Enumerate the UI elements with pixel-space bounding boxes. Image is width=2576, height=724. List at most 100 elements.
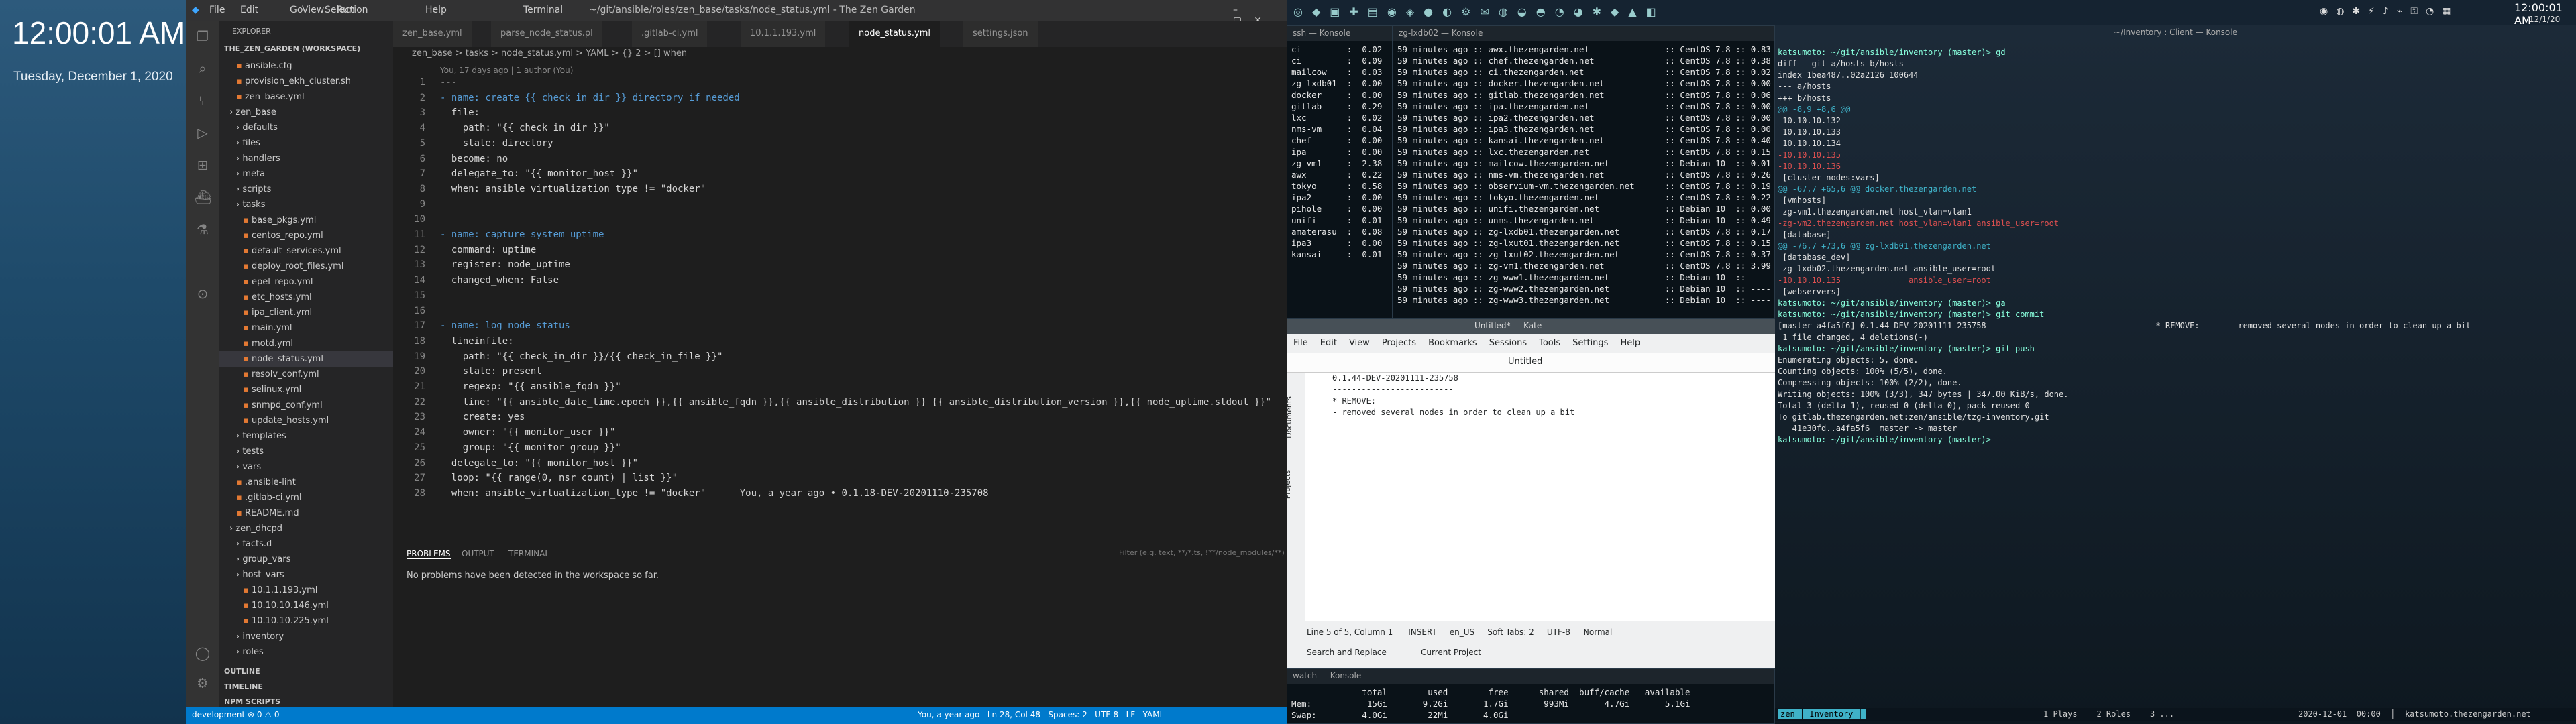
docker-icon[interactable]: ⛴ [195, 189, 211, 205]
tree-file[interactable]: ▪ centos_repo.yml [219, 228, 393, 243]
folder-chevron-icon: › [236, 200, 243, 210]
tray-icons[interactable]: ◉◍✱⚡♪⌁⚿◔▦ [2320, 6, 2459, 17]
tree-file[interactable]: ▪ motd.yml [219, 336, 393, 351]
terminal-line: 59 minutes ago :: zg-www3.thezengarden.n… [1397, 295, 1771, 305]
run-debug-icon[interactable]: ▷ [195, 125, 211, 141]
tree-file[interactable]: ▪ ansible.cfg [219, 58, 393, 74]
inventory-terminal[interactable]: ~/Inventory : Client — Konsole katsumoto… [1775, 25, 2576, 724]
tree-folder[interactable]: › zen_base [219, 105, 393, 120]
tree-file[interactable]: ▪ selinux.yml [219, 382, 393, 398]
tree-file[interactable]: ▪ 10.10.10.146.yml [219, 598, 393, 613]
source-control-icon[interactable]: ⑂ [195, 93, 211, 109]
tree-folder[interactable]: › scripts [219, 182, 393, 197]
menu-help[interactable]: Help [425, 5, 447, 15]
menu-terminal[interactable]: Terminal [523, 5, 563, 15]
editor-tab[interactable]: parse_node_status.pl [491, 21, 603, 47]
tree-file[interactable]: ▪ deploy_root_files.yml [219, 259, 393, 274]
tree-file[interactable]: ▪ default_services.yml [219, 243, 393, 259]
code-editor[interactable]: You, 17 days ago | 1 author (You) 1 --- 2 -… [393, 62, 1287, 531]
tree-file[interactable]: ▪ 10.1.1.193.yml [219, 583, 393, 598]
menu-view[interactable]: View [302, 5, 324, 15]
tmux-windows[interactable]: 1 Plays 2 Roles 3 ... [2043, 709, 2174, 719]
current-project-tab[interactable]: Current Project [1421, 648, 1481, 657]
tree-file[interactable]: ▪ provision_ekh_cluster.sh [219, 74, 393, 89]
tree-folder[interactable]: › files [219, 135, 393, 151]
search-replace-tab[interactable]: Search and Replace [1307, 648, 1387, 657]
panel-date: 12/1/20 [2529, 15, 2561, 24]
editor-status[interactable]: You, a year ago Ln 28, Col 48 Spaces: 2 … [918, 710, 1164, 719]
kate-doc-tab[interactable]: Untitled [1508, 357, 1542, 367]
tree-folder[interactable]: › vars [219, 459, 393, 475]
kate-menu-sessions[interactable]: Sessions [1489, 338, 1527, 348]
tree-file[interactable]: ▪ base_pkgs.yml [219, 213, 393, 228]
tree-folder[interactable]: › defaults [219, 120, 393, 135]
search-icon[interactable]: ⌕ [195, 60, 211, 76]
tree-folder[interactable]: › zen_dhcpd [219, 521, 393, 536]
taskbar-icons[interactable]: ◎◆▣✚▤◉◈●◐⚙✉◍◒◓◔◕✱◆▲◧ [1293, 5, 1666, 18]
tree-folder[interactable]: › host_vars [219, 567, 393, 583]
tree-folder[interactable]: › roles [219, 644, 393, 660]
kate-menu-file[interactable]: File [1293, 338, 1308, 348]
kate-menu-help[interactable]: Help [1620, 338, 1640, 348]
tree-file[interactable]: ▪ epel_repo.yml [219, 274, 393, 290]
kate-menu-settings[interactable]: Settings [1572, 338, 1608, 348]
tree-folder[interactable]: › group_vars [219, 552, 393, 567]
editor-tab[interactable]: zen_base.yml [393, 21, 472, 47]
tree-file[interactable]: ▪ 10.10.10.225.yml [219, 613, 393, 629]
tree-folder[interactable]: › facts.d [219, 536, 393, 552]
memory-terminal[interactable]: watch — Konsole total used free shared b… [1287, 668, 1775, 724]
tree-file[interactable]: ▪ resolv_conf.yml [219, 367, 393, 382]
tree-file[interactable]: ▪ ipa_client.yml [219, 305, 393, 320]
tree-file[interactable]: ▪ zen_base.yml [219, 89, 393, 105]
editor-tab[interactable]: settings.json [963, 21, 1038, 47]
tree-file[interactable]: ▪ snmpd_conf.yml [219, 398, 393, 413]
extensions-icon[interactable]: ⊞ [195, 157, 211, 173]
status-terminal[interactable]: zg-lxdb02 — Konsole 59 minutes ago :: aw… [1393, 25, 1775, 319]
kate-menu-bookmarks[interactable]: Bookmarks [1428, 338, 1477, 348]
tree-folder[interactable]: › tasks [219, 197, 393, 213]
tree-file[interactable]: ▪ .gitlab-ci.yml [219, 490, 393, 505]
tree-folder[interactable]: › inventory [219, 629, 393, 644]
tab-output[interactable]: OUTPUT [462, 549, 494, 558]
testing-icon[interactable]: ⚗ [195, 221, 211, 237]
kate-menu-projects[interactable]: Projects [1382, 338, 1416, 348]
tab-problems[interactable]: PROBLEMS [407, 549, 451, 559]
tree-file[interactable]: ▪ README.md [219, 505, 393, 521]
menu-edit[interactable]: Edit [240, 5, 258, 15]
settings-gear-icon[interactable]: ⚙ [195, 675, 211, 691]
terminal-line: katsumoto: ~/git/ansible/inventory (mast… [1778, 298, 2006, 308]
documents-tab[interactable]: Documents [1285, 396, 1293, 438]
menu-file[interactable]: File [209, 5, 225, 15]
kate-menu-edit[interactable]: Edit [1320, 338, 1337, 348]
tree-file[interactable]: ▪ .ansible-lint [219, 475, 393, 490]
tree-file[interactable]: ▪ update_hosts.yml [219, 413, 393, 428]
branch-status[interactable]: development ⊗ 0 ⚠ 0 [192, 710, 280, 719]
tree-folder[interactable]: › tests [219, 444, 393, 459]
kate-menu-tools[interactable]: Tools [1539, 338, 1560, 348]
workspace-title[interactable]: THE_ZEN_GARDEN (WORKSPACE) [224, 44, 360, 53]
projects-tab[interactable]: Projects [1283, 470, 1292, 499]
explorer-icon[interactable]: ❐ [195, 28, 211, 44]
editor-tab[interactable]: .gitlab-ci.yml [632, 21, 708, 47]
npm-scripts-section[interactable]: NPM SCRIPTS [224, 697, 280, 706]
load-terminal[interactable]: ssh — Konsole ci : 0.02 ci : 0.09 mailcow … [1287, 25, 1393, 319]
menu-run[interactable]: Run [337, 5, 355, 15]
account-icon[interactable]: ◯ [195, 645, 211, 661]
remote-icon[interactable]: ⊙ [195, 286, 211, 302]
outline-section[interactable]: OUTLINE [224, 667, 260, 676]
menu-go[interactable]: Go [290, 5, 303, 15]
tree-file[interactable]: ▪ main.yml [219, 320, 393, 336]
tab-terminal[interactable]: TERMINAL [508, 549, 549, 558]
timeline-section[interactable]: TIMELINE [224, 682, 263, 691]
breadcrumb[interactable]: zen_base > tasks > node_status.yml > YAM… [393, 47, 1287, 62]
terminal-line: zg-vm1 : 2.38 [1291, 158, 1383, 168]
tree-folder[interactable]: › templates [219, 428, 393, 444]
kate-editor[interactable]: 0.1.44-DEV-20201111-235758 --------------… [1305, 373, 1775, 621]
kate-menu-view[interactable]: View [1349, 338, 1370, 348]
tree-file[interactable]: ▪ etc_hosts.yml [219, 290, 393, 305]
editor-tab[interactable]: node_status.yml [849, 21, 941, 47]
editor-tab[interactable]: 10.1.1.193.yml [741, 21, 826, 47]
tree-file[interactable]: ▪ node_status.yml [219, 351, 393, 367]
tree-folder[interactable]: › handlers [219, 151, 393, 166]
tree-folder[interactable]: › meta [219, 166, 393, 182]
